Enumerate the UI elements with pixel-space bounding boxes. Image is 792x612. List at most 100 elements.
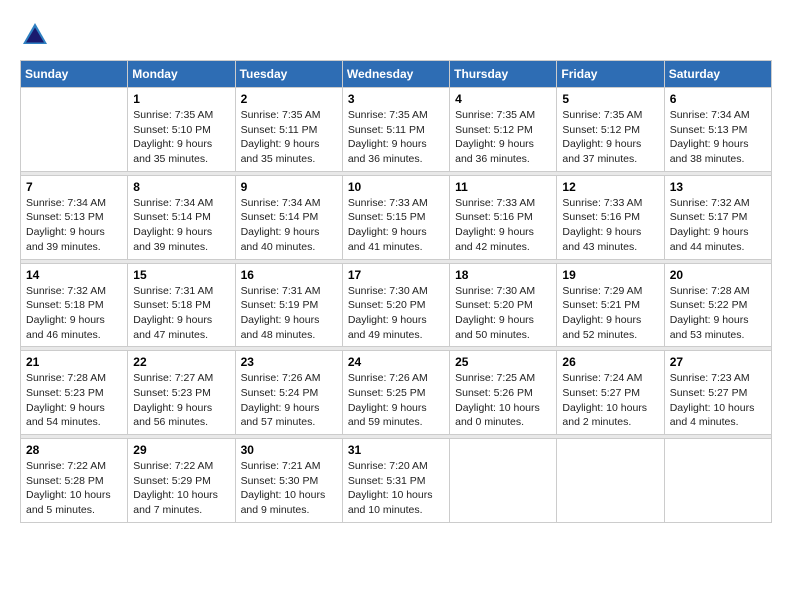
day-number: 30 [241,443,337,457]
day-cell: 10 Sunrise: 7:33 AMSunset: 5:15 PMDayligh… [342,175,449,259]
day-info: Sunrise: 7:34 AMSunset: 5:14 PMDaylight:… [133,196,229,255]
day-info: Sunrise: 7:22 AMSunset: 5:29 PMDaylight:… [133,459,229,518]
day-number: 26 [562,355,658,369]
day-number: 11 [455,180,551,194]
day-number: 18 [455,268,551,282]
day-cell: 19 Sunrise: 7:29 AMSunset: 5:21 PMDayligh… [557,263,664,347]
day-cell: 14 Sunrise: 7:32 AMSunset: 5:18 PMDayligh… [21,263,128,347]
weekday-header-wednesday: Wednesday [342,61,449,88]
day-info: Sunrise: 7:34 AMSunset: 5:13 PMDaylight:… [670,108,766,167]
day-number: 2 [241,92,337,106]
day-number: 22 [133,355,229,369]
weekday-header-tuesday: Tuesday [235,61,342,88]
day-info: Sunrise: 7:31 AMSunset: 5:19 PMDaylight:… [241,284,337,343]
day-number: 28 [26,443,122,457]
day-cell: 30 Sunrise: 7:21 AMSunset: 5:30 PMDayligh… [235,439,342,523]
day-cell: 8 Sunrise: 7:34 AMSunset: 5:14 PMDaylight… [128,175,235,259]
day-number: 25 [455,355,551,369]
weekday-header-saturday: Saturday [664,61,771,88]
day-cell: 16 Sunrise: 7:31 AMSunset: 5:19 PMDayligh… [235,263,342,347]
day-info: Sunrise: 7:30 AMSunset: 5:20 PMDaylight:… [455,284,551,343]
day-cell: 12Sunrise: 7:33 AMSunset: 5:16 PMDayligh… [557,175,664,259]
day-cell: 29 Sunrise: 7:22 AMSunset: 5:29 PMDayligh… [128,439,235,523]
week-row-5: 28 Sunrise: 7:22 AMSunset: 5:28 PMDayligh… [21,439,772,523]
day-cell: 20 Sunrise: 7:28 AMSunset: 5:22 PMDayligh… [664,263,771,347]
day-number: 17 [348,268,444,282]
day-cell [664,439,771,523]
day-cell: 5 Sunrise: 7:35 AMSunset: 5:12 PMDaylight… [557,88,664,172]
day-info: Sunrise: 7:34 AMSunset: 5:13 PMDaylight:… [26,196,122,255]
week-row-3: 14 Sunrise: 7:32 AMSunset: 5:18 PMDayligh… [21,263,772,347]
day-cell [450,439,557,523]
day-number: 3 [348,92,444,106]
day-number: 7 [26,180,122,194]
day-info: Sunrise: 7:27 AMSunset: 5:23 PMDaylight:… [133,371,229,430]
day-number: 24 [348,355,444,369]
weekday-header-sunday: Sunday [21,61,128,88]
day-cell: 7 Sunrise: 7:34 AMSunset: 5:13 PMDaylight… [21,175,128,259]
day-info: Sunrise: 7:33 AMSunset: 5:16 PMDaylight:… [455,196,551,255]
day-number: 9 [241,180,337,194]
logo-icon [20,20,50,50]
day-number: 29 [133,443,229,457]
day-number: 21 [26,355,122,369]
week-row-4: 21 Sunrise: 7:28 AMSunset: 5:23 PMDayligh… [21,351,772,435]
day-cell: 18 Sunrise: 7:30 AMSunset: 5:20 PMDayligh… [450,263,557,347]
header [20,20,772,50]
week-row-2: 7 Sunrise: 7:34 AMSunset: 5:13 PMDaylight… [21,175,772,259]
day-number: 6 [670,92,766,106]
day-info: Sunrise: 7:35 AMSunset: 5:11 PMDaylight:… [241,108,337,167]
day-cell: 6 Sunrise: 7:34 AMSunset: 5:13 PMDaylight… [664,88,771,172]
day-info: Sunrise: 7:28 AMSunset: 5:23 PMDaylight:… [26,371,122,430]
day-cell: 22 Sunrise: 7:27 AMSunset: 5:23 PMDayligh… [128,351,235,435]
day-number: 13 [670,180,766,194]
day-number: 27 [670,355,766,369]
day-number: 1 [133,92,229,106]
day-number: 16 [241,268,337,282]
day-cell: 28 Sunrise: 7:22 AMSunset: 5:28 PMDayligh… [21,439,128,523]
day-cell: 17Sunrise: 7:30 AMSunset: 5:20 PMDayligh… [342,263,449,347]
weekday-header-friday: Friday [557,61,664,88]
day-number: 31 [348,443,444,457]
day-info: Sunrise: 7:24 AMSunset: 5:27 PMDaylight:… [562,371,658,430]
day-number: 12 [562,180,658,194]
day-number: 20 [670,268,766,282]
day-cell: 21 Sunrise: 7:28 AMSunset: 5:23 PMDayligh… [21,351,128,435]
day-cell: 11 Sunrise: 7:33 AMSunset: 5:16 PMDayligh… [450,175,557,259]
day-cell [21,88,128,172]
calendar: SundayMondayTuesdayWednesdayThursdayFrid… [20,60,772,523]
day-info: Sunrise: 7:28 AMSunset: 5:22 PMDaylight:… [670,284,766,343]
day-info: Sunrise: 7:21 AMSunset: 5:30 PMDaylight:… [241,459,337,518]
day-info: Sunrise: 7:32 AMSunset: 5:18 PMDaylight:… [26,284,122,343]
day-number: 14 [26,268,122,282]
day-info: Sunrise: 7:34 AMSunset: 5:14 PMDaylight:… [241,196,337,255]
day-cell: 1Sunrise: 7:35 AMSunset: 5:10 PMDaylight… [128,88,235,172]
day-cell: 24 Sunrise: 7:26 AMSunset: 5:25 PMDayligh… [342,351,449,435]
day-cell [557,439,664,523]
week-row-1: 1Sunrise: 7:35 AMSunset: 5:10 PMDaylight… [21,88,772,172]
day-number: 10 [348,180,444,194]
weekday-header-monday: Monday [128,61,235,88]
day-info: Sunrise: 7:22 AMSunset: 5:28 PMDaylight:… [26,459,122,518]
day-info: Sunrise: 7:23 AMSunset: 5:27 PMDaylight:… [670,371,766,430]
day-info: Sunrise: 7:20 AMSunset: 5:31 PMDaylight:… [348,459,444,518]
day-cell: 25 Sunrise: 7:25 AMSunset: 5:26 PMDayligh… [450,351,557,435]
day-info: Sunrise: 7:35 AMSunset: 5:12 PMDaylight:… [562,108,658,167]
day-info: Sunrise: 7:33 AMSunset: 5:15 PMDaylight:… [348,196,444,255]
day-cell: 15Sunrise: 7:31 AMSunset: 5:18 PMDayligh… [128,263,235,347]
day-cell: 26 Sunrise: 7:24 AMSunset: 5:27 PMDayligh… [557,351,664,435]
day-info: Sunrise: 7:35 AMSunset: 5:11 PMDaylight:… [348,108,444,167]
day-number: 5 [562,92,658,106]
day-number: 8 [133,180,229,194]
day-cell: 9 Sunrise: 7:34 AMSunset: 5:14 PMDaylight… [235,175,342,259]
day-cell: 3 Sunrise: 7:35 AMSunset: 5:11 PMDaylight… [342,88,449,172]
day-info: Sunrise: 7:31 AMSunset: 5:18 PMDaylight:… [133,284,229,343]
day-number: 4 [455,92,551,106]
day-info: Sunrise: 7:25 AMSunset: 5:26 PMDaylight:… [455,371,551,430]
logo [20,20,54,50]
day-cell: 2 Sunrise: 7:35 AMSunset: 5:11 PMDaylight… [235,88,342,172]
day-info: Sunrise: 7:26 AMSunset: 5:25 PMDaylight:… [348,371,444,430]
day-info: Sunrise: 7:29 AMSunset: 5:21 PMDaylight:… [562,284,658,343]
day-number: 19 [562,268,658,282]
day-info: Sunrise: 7:32 AMSunset: 5:17 PMDaylight:… [670,196,766,255]
